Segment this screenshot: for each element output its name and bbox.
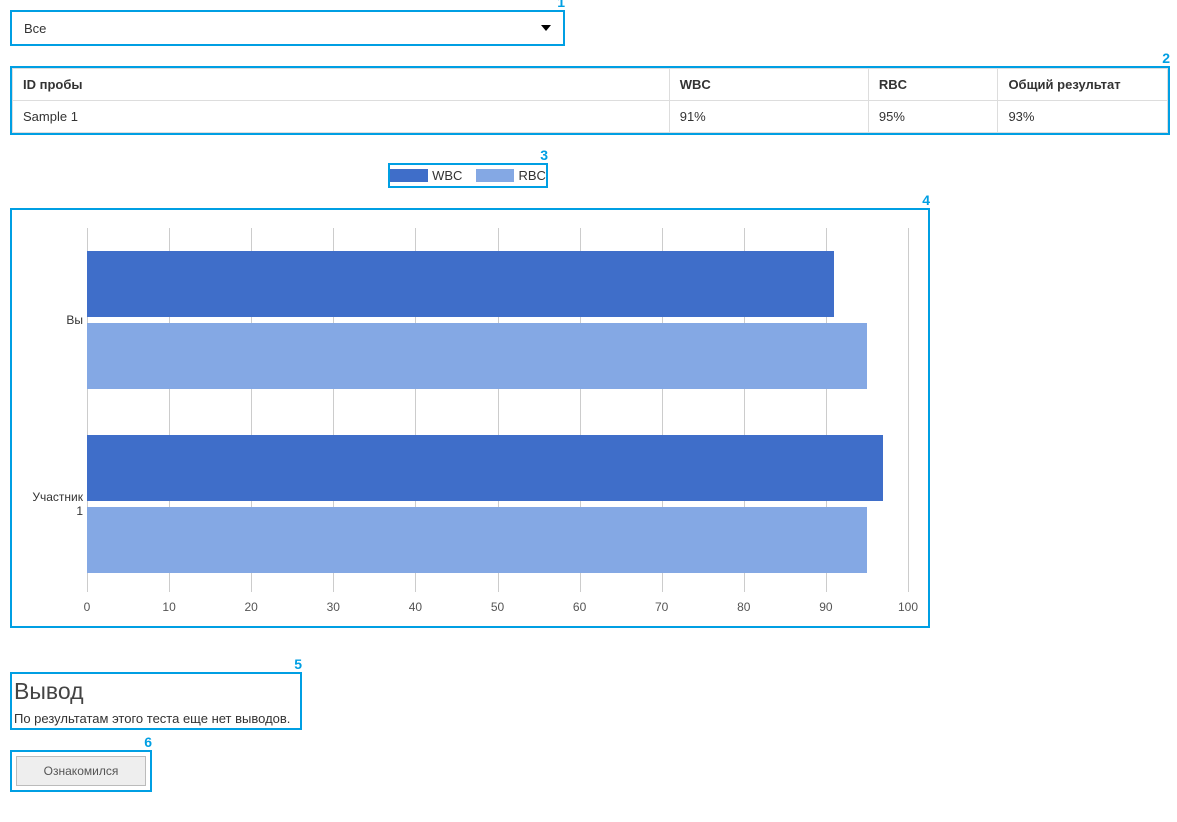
bar-wbc bbox=[87, 251, 834, 317]
table-header-row: ID пробы WBC RBC Общий результат bbox=[13, 69, 1168, 101]
x-tick-label: 100 bbox=[898, 600, 918, 614]
annotation-6: 6 bbox=[144, 734, 152, 750]
x-tick-label: 40 bbox=[409, 600, 422, 614]
conclusion-heading: Вывод bbox=[14, 678, 298, 705]
bar-wbc bbox=[87, 435, 883, 501]
legend-label-wbc: WBC bbox=[432, 168, 462, 183]
caret-down-icon bbox=[541, 25, 551, 31]
category-label: Участник 1 bbox=[25, 490, 83, 518]
conclusion-text: По результатам этого теста еще нет вывод… bbox=[14, 711, 298, 726]
annotation-2: 2 bbox=[1162, 50, 1170, 66]
category-label: Вы bbox=[25, 313, 83, 327]
conclusion-block: 5 Вывод По результатам этого теста еще н… bbox=[10, 672, 302, 730]
chart-legend: 3 WBC RBC bbox=[388, 163, 548, 188]
annotation-3: 3 bbox=[540, 147, 548, 163]
bar-rbc bbox=[87, 323, 867, 389]
x-tick-label: 10 bbox=[162, 600, 175, 614]
th-total: Общий результат bbox=[998, 69, 1168, 101]
x-tick-label: 30 bbox=[327, 600, 340, 614]
comparison-chart: 4 0102030405060708090100ВыУчастник 1 bbox=[10, 208, 930, 628]
acknowledge-button[interactable]: Ознакомился bbox=[16, 756, 146, 786]
bar-rbc bbox=[87, 507, 867, 573]
th-rbc: RBC bbox=[868, 69, 998, 101]
x-tick-label: 70 bbox=[655, 600, 668, 614]
annotation-1: 1 bbox=[557, 0, 565, 10]
x-tick-label: 80 bbox=[737, 600, 750, 614]
results-table-region: 2 ID пробы WBC RBC Общий результат Sampl… bbox=[10, 66, 1170, 135]
x-tick-label: 90 bbox=[819, 600, 832, 614]
ack-button-region: 6 Ознакомился bbox=[10, 750, 152, 792]
cell-total: 93% bbox=[998, 101, 1168, 133]
cell-wbc: 91% bbox=[669, 101, 868, 133]
annotation-5: 5 bbox=[294, 656, 302, 672]
x-tick-label: 60 bbox=[573, 600, 586, 614]
cell-id: Sample 1 bbox=[13, 101, 670, 133]
legend-label-rbc: RBC bbox=[518, 168, 545, 183]
x-tick-label: 50 bbox=[491, 600, 504, 614]
x-tick-label: 0 bbox=[84, 600, 91, 614]
results-table: ID пробы WBC RBC Общий результат Sample … bbox=[12, 68, 1168, 133]
th-id: ID пробы bbox=[13, 69, 670, 101]
cell-rbc: 95% bbox=[868, 101, 998, 133]
x-tick-label: 20 bbox=[245, 600, 258, 614]
legend-swatch-wbc bbox=[390, 169, 428, 182]
th-wbc: WBC bbox=[669, 69, 868, 101]
annotation-4: 4 bbox=[922, 192, 930, 208]
legend-swatch-rbc bbox=[476, 169, 514, 182]
table-row[interactable]: Sample 1 91% 95% 93% bbox=[13, 101, 1168, 133]
filter-dropdown[interactable]: 1 Все bbox=[10, 10, 565, 46]
filter-dropdown-value: Все bbox=[24, 21, 46, 36]
